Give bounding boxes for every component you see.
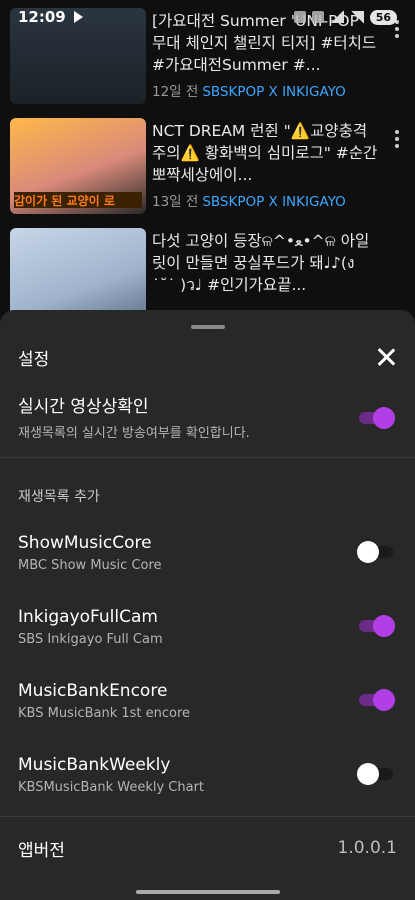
- settings-sheet: 설정 실시간 영상상확인 재생목록의 실시간 방송여부를 확인합니다. 재생목록…: [0, 310, 415, 900]
- playlist-description: KBSMusicBank Weekly Chart: [18, 780, 205, 795]
- status-bar: 12:09 56: [0, 0, 415, 34]
- video-item[interactable]: 감이가 된 교양이 로 NCT DREAM 런쥔 "⚠️교양충격주의⚠️ 황화백…: [0, 118, 415, 228]
- playlist-text: MusicBankEncore KBS MusicBank 1st encore: [18, 679, 357, 721]
- drag-handle[interactable]: [190, 325, 225, 329]
- app-version-label: 앱버전: [18, 840, 65, 861]
- playlist-description: SBS Inkigayo Full Cam: [18, 632, 163, 647]
- playlist-label: InkigayoFullCam: [18, 607, 158, 627]
- playlist-label: ShowMusicCore: [18, 533, 152, 553]
- musicbankencore-toggle[interactable]: [357, 689, 395, 711]
- sheet-header: 설정: [0, 332, 415, 382]
- nfc-icon: [311, 11, 324, 23]
- mute-icon: [293, 11, 306, 23]
- playlist-label: MusicBankWeekly: [18, 755, 171, 775]
- more-options-icon[interactable]: [395, 130, 399, 148]
- playlist-description: KBS MusicBank 1st encore: [18, 706, 191, 721]
- app-version-value: 1.0.0.1: [337, 838, 397, 858]
- video-meta: 13일 전 SBSKPOP X INKIGAYO: [152, 190, 379, 210]
- video-age: 13일 전: [152, 194, 199, 210]
- playlist-text: MusicBankWeekly KBSMusicBank Weekly Char…: [18, 753, 357, 795]
- video-age: 12일 전: [152, 84, 199, 100]
- video-title[interactable]: 다섯 고양이 등장ଳ^•ﻌ•^ଳ 아일릿이 만들면 꿍실푸드가 돼♩♪(ง ˙˘…: [152, 230, 379, 296]
- battery-icon: 56: [369, 9, 397, 25]
- channel-link[interactable]: SBSKPOP X INKIGAYO: [202, 84, 345, 100]
- divider: [0, 457, 415, 458]
- video-feed: [가요대전 Summer 'UNI-POP' 무대 체인지 챌린지 티저] #터…: [0, 8, 415, 338]
- realtime-check-label: 실시간 영상상확인: [18, 397, 149, 417]
- signal-icon: [349, 11, 364, 23]
- realtime-check-row: 실시간 영상상확인 재생목록의 실시간 방송여부를 확인합니다.: [0, 388, 415, 448]
- channel-link[interactable]: SBSKPOP X INKIGAYO: [202, 194, 345, 210]
- inkigayofullcam-toggle[interactable]: [357, 615, 395, 637]
- showmusiccore-toggle[interactable]: [357, 541, 395, 563]
- playlist-text: InkigayoFullCam SBS Inkigayo Full Cam: [18, 605, 357, 647]
- status-icons: 56: [293, 9, 397, 25]
- close-icon[interactable]: [375, 346, 397, 368]
- playlist-label: MusicBankEncore: [18, 681, 168, 701]
- realtime-check-toggle[interactable]: [357, 407, 395, 429]
- wifi-icon: [329, 11, 344, 23]
- home-indicator[interactable]: [135, 890, 280, 894]
- video-meta: 12일 전 SBSKPOP X INKIGAYO: [152, 80, 379, 100]
- realtime-check-description: 재생목록의 실시간 방송여부를 확인합니다.: [18, 426, 250, 441]
- app-version-row: 앱버전 1.0.0.1: [0, 833, 415, 863]
- playlist-row-musicbankencore: MusicBankEncore KBS MusicBank 1st encore: [0, 670, 415, 730]
- playlist-row-showmusiccore: ShowMusicCore MBC Show Music Core: [0, 522, 415, 582]
- playlist-description: MBC Show Music Core: [18, 558, 162, 573]
- video-info: NCT DREAM 런쥔 "⚠️교양충격주의⚠️ 황화백의 심미로그" #순간뽀…: [152, 118, 405, 228]
- video-title[interactable]: NCT DREAM 런쥔 "⚠️교양충격주의⚠️ 황화백의 심미로그" #순간뽀…: [152, 120, 379, 186]
- playlist-text: ShowMusicCore MBC Show Music Core: [18, 531, 357, 573]
- section-header: 재생목록 추가: [18, 489, 100, 505]
- musicbankweekly-toggle[interactable]: [357, 763, 395, 785]
- video-thumbnail[interactable]: 감이가 된 교양이 로: [10, 118, 146, 214]
- play-icon: [73, 11, 83, 23]
- sheet-title: 설정: [18, 349, 50, 370]
- playlist-row-inkigayofullcam: InkigayoFullCam SBS Inkigayo Full Cam: [0, 596, 415, 656]
- thumbnail-caption: 감이가 된 교양이 로: [14, 192, 142, 208]
- playlist-row-musicbankweekly: MusicBankWeekly KBSMusicBank Weekly Char…: [0, 744, 415, 804]
- realtime-check-text: 실시간 영상상확인 재생목록의 실시간 방송여부를 확인합니다.: [18, 395, 357, 441]
- status-time: 12:09: [18, 8, 66, 26]
- divider: [0, 816, 415, 817]
